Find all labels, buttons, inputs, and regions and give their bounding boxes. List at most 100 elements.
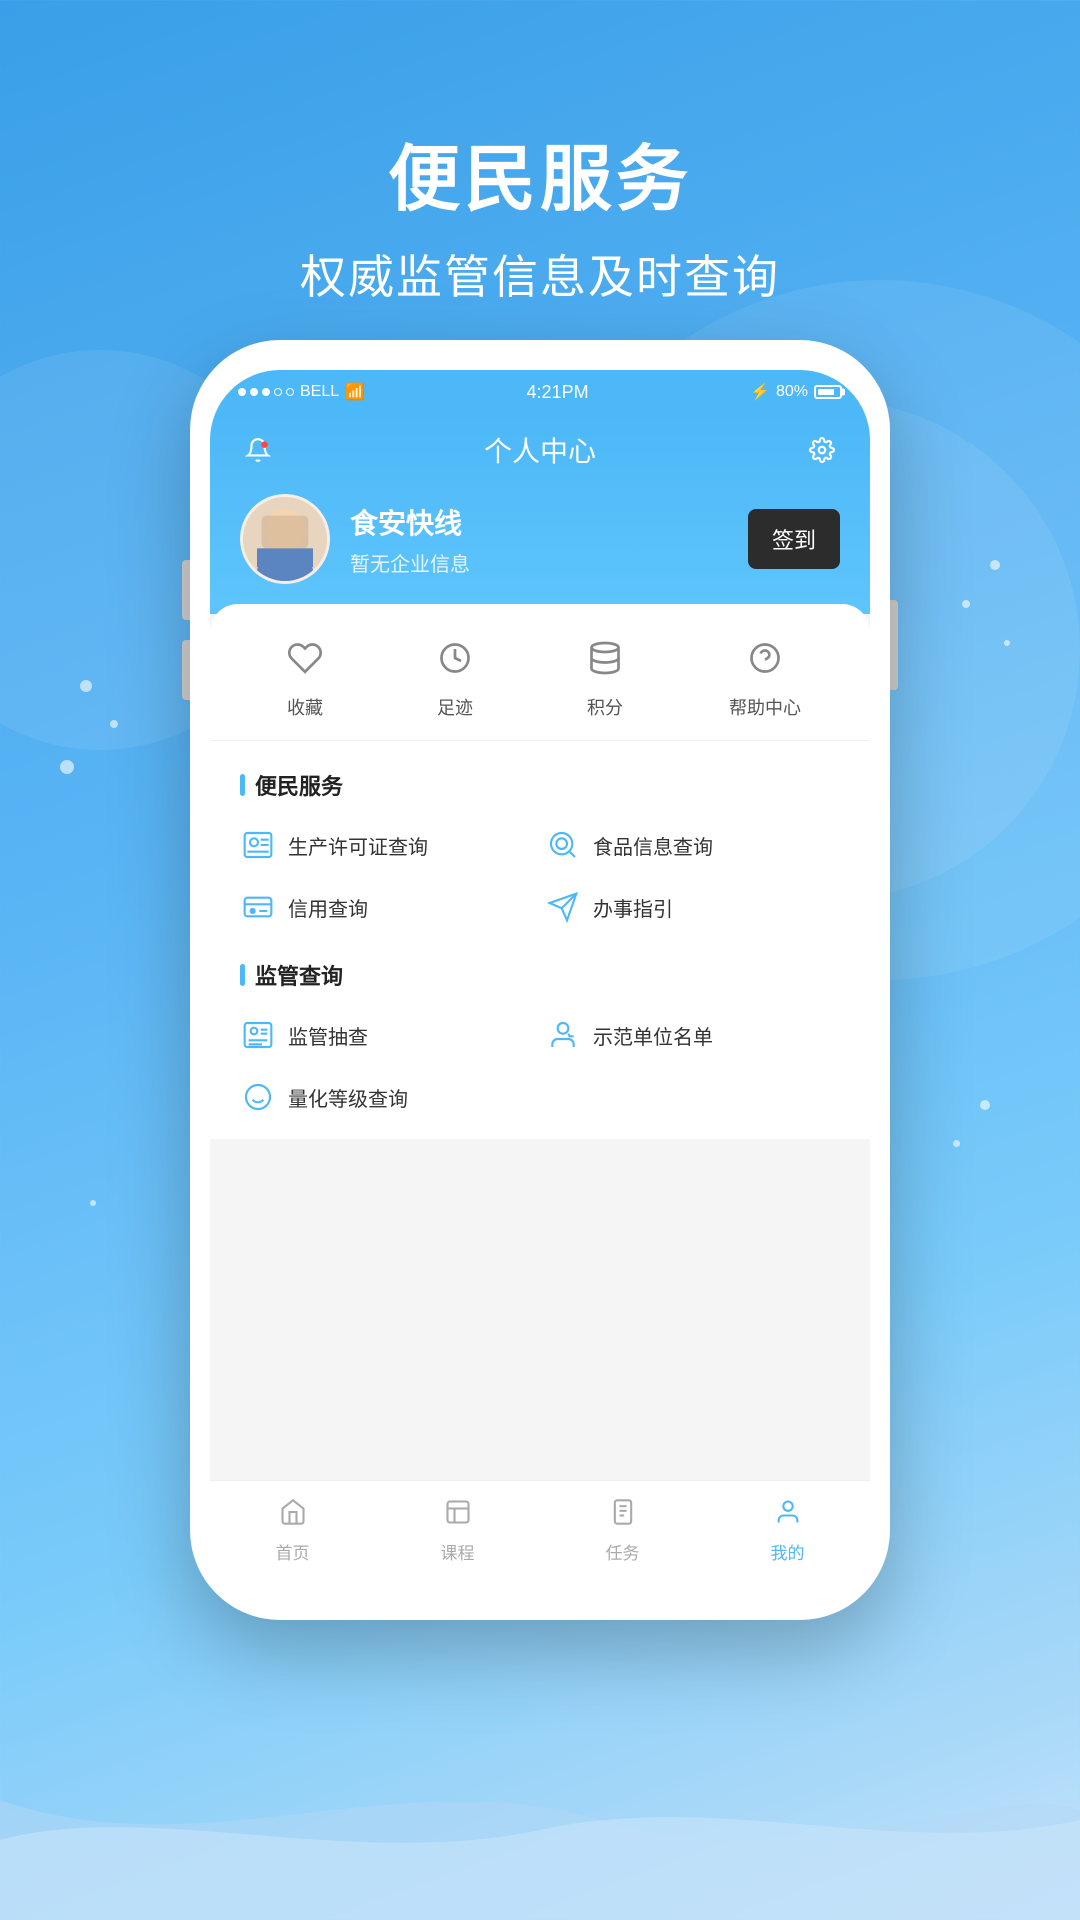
grade-icon <box>240 1079 276 1115</box>
user-section: 食安快线 暂无企业信息 签到 <box>240 494 840 584</box>
quick-action-footprint[interactable]: 足迹 <box>429 632 481 720</box>
favorites-icon <box>279 632 331 684</box>
jianguan-grid: 监管抽查 示范单位名单 <box>240 1013 840 1057</box>
home-label: 首页 <box>276 1539 310 1564</box>
avatar <box>240 494 330 584</box>
inspect-icon <box>240 1017 276 1053</box>
decor-dot <box>1004 640 1010 646</box>
bluetooth-icon: ⚡ <box>750 382 770 402</box>
avatar-image <box>243 494 327 584</box>
guide-icon <box>545 889 581 925</box>
user-name: 食安快线 <box>350 502 728 542</box>
quick-action-points[interactable]: 积分 <box>579 632 631 720</box>
inspect-label: 监管抽查 <box>288 1021 368 1050</box>
footprint-icon <box>429 632 481 684</box>
nav-item-mine[interactable]: 我的 <box>771 1498 805 1564</box>
decor-dot <box>110 720 118 728</box>
jianguan-section: 监管查询 <box>210 949 870 1139</box>
wifi-icon: 📶 <box>345 382 365 402</box>
grade-label: 量化等级查询 <box>288 1083 408 1112</box>
quick-actions-bar: 收藏 足迹 <box>210 604 870 741</box>
menu-item-credit[interactable]: 信用查询 <box>240 885 535 929</box>
phone-button-vol-up <box>182 560 190 620</box>
battery-indicator <box>814 385 842 399</box>
carrier-name: BELL <box>300 383 339 401</box>
decor-dot <box>953 1140 960 1147</box>
phone-screen: BELL 📶 4:21PM ⚡ 80% <box>210 370 870 1590</box>
status-bar: BELL 📶 4:21PM ⚡ 80% <box>210 370 870 414</box>
signal-dot-2 <box>250 388 258 396</box>
signal-dots <box>238 388 294 396</box>
status-right: ⚡ 80% <box>750 382 842 402</box>
food-search-label: 食品信息查询 <box>593 831 713 860</box>
task-label: 任务 <box>606 1539 640 1564</box>
nav-item-task[interactable]: 任务 <box>606 1498 640 1564</box>
menu-item-license[interactable]: 生产许可证查询 <box>240 823 535 867</box>
section-bar-2 <box>240 964 245 986</box>
menu-item-grade[interactable]: 量化等级查询 <box>240 1075 840 1119</box>
signal-dot-4 <box>274 388 282 396</box>
menu-item-inspect[interactable]: 监管抽查 <box>240 1013 535 1057</box>
nav-item-course[interactable]: 课程 <box>441 1498 475 1564</box>
hero-title-line1: 便民服务 <box>0 120 1080 225</box>
user-info: 食安快线 暂无企业信息 <box>350 502 728 577</box>
notification-button[interactable] <box>240 432 276 468</box>
license-icon <box>240 827 276 863</box>
battery-percent: 80% <box>776 383 808 401</box>
phone-button-vol-down <box>182 640 190 700</box>
phone-outer: BELL 📶 4:21PM ⚡ 80% <box>190 340 890 1620</box>
guide-label: 办事指引 <box>593 893 673 922</box>
hero-section: 便民服务 权威监管信息及时查询 <box>0 0 1080 307</box>
favorites-label: 收藏 <box>287 694 323 720</box>
decor-dot <box>962 600 970 608</box>
points-icon <box>579 632 631 684</box>
status-time: 4:21PM <box>527 382 589 403</box>
menu-item-food-search[interactable]: 食品信息查询 <box>545 823 840 867</box>
checkin-button[interactable]: 签到 <box>748 509 840 569</box>
food-search-icon <box>545 827 581 863</box>
footprint-label: 足迹 <box>437 694 473 720</box>
status-left: BELL 📶 <box>238 382 365 402</box>
help-label: 帮助中心 <box>729 694 801 720</box>
phone-button-power <box>890 600 898 690</box>
points-label: 积分 <box>587 694 623 720</box>
mine-icon <box>774 1498 802 1533</box>
signal-dot-1 <box>238 388 246 396</box>
task-icon <box>609 1498 637 1533</box>
example-list-icon <box>545 1017 581 1053</box>
bianmin-title: 便民服务 <box>240 769 840 801</box>
app-header: 个人中心 <box>210 414 870 614</box>
jianguan-title: 监管查询 <box>240 959 840 991</box>
quick-action-favorites[interactable]: 收藏 <box>279 632 331 720</box>
decor-dot <box>60 760 74 774</box>
bottom-navigation: 首页 课程 <box>210 1480 870 1590</box>
credit-label: 信用查询 <box>288 893 368 922</box>
signal-dot-5 <box>286 388 294 396</box>
wave-decoration <box>0 1740 1080 1920</box>
menu-item-example-list[interactable]: 示范单位名单 <box>545 1013 840 1057</box>
signal-dot-3 <box>262 388 270 396</box>
header-title: 个人中心 <box>276 430 804 470</box>
decor-dot <box>980 1100 990 1110</box>
credit-icon <box>240 889 276 925</box>
nav-item-home[interactable]: 首页 <box>276 1498 310 1564</box>
mine-label: 我的 <box>771 1539 805 1564</box>
bianmin-grid: 生产许可证查询 食品信息查询 <box>240 823 840 929</box>
home-icon <box>279 1498 307 1533</box>
example-list-label: 示范单位名单 <box>593 1021 713 1050</box>
hero-title-line2: 权威监管信息及时查询 <box>0 241 1080 307</box>
section-bar <box>240 774 245 796</box>
decor-dot <box>90 1200 96 1206</box>
header-top: 个人中心 <box>240 430 840 470</box>
bianmin-section: 便民服务 <box>210 741 870 949</box>
course-label: 课程 <box>441 1539 475 1564</box>
help-icon <box>739 632 791 684</box>
decor-dot <box>80 680 92 692</box>
phone-mockup: BELL 📶 4:21PM ⚡ 80% <box>190 340 890 1620</box>
settings-button[interactable] <box>804 432 840 468</box>
menu-item-guide[interactable]: 办事指引 <box>545 885 840 929</box>
user-company: 暂无企业信息 <box>350 548 728 577</box>
decor-dot <box>990 560 1000 570</box>
license-label: 生产许可证查询 <box>288 831 428 860</box>
quick-action-help[interactable]: 帮助中心 <box>729 632 801 720</box>
